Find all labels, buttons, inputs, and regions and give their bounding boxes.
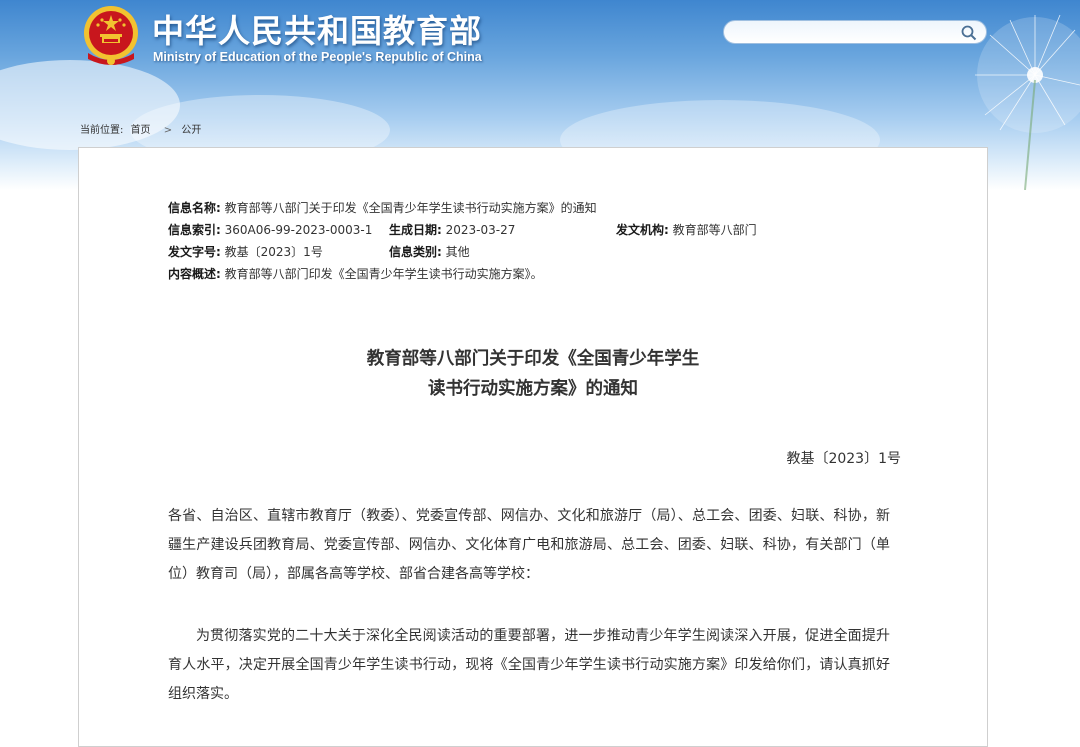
article-panel: 信息名称: 教育部等八部门关于印发《全国青少年学生读书行动实施方案》的通知 信息… [78,147,988,747]
meta-date-value: 2023-03-27 [445,223,516,237]
meta-name-label: 信息名称: [168,201,221,215]
meta-docno-value: 教基〔2023〕1号 [224,245,323,259]
meta-row-date: 生成日期: 2023-03-27 [389,220,515,240]
national-emblem-icon[interactable] [80,3,142,69]
meta-org-label: 发文机构: [616,223,669,237]
document-addressee: 各省、自治区、直辖市教育厅（教委）、党委宣传部、网信办、文化和旅游厅（局）、总工… [168,508,890,582]
breadcrumb-public-link[interactable]: 公开 [181,125,201,136]
meta-name-value: 教育部等八部门关于印发《全国青少年学生读书行动实施方案》的通知 [224,201,597,215]
meta-row-index: 信息索引: 360A06-99-2023-0003-1 [168,220,372,240]
document-title-line2: 读书行动实施方案》的通知 [428,379,638,399]
document-number: 教基〔2023〕1号 [786,451,901,467]
meta-category-label: 信息类别: [389,245,442,259]
meta-index-value: 360A06-99-2023-0003-1 [224,223,373,237]
search-input[interactable] [734,23,963,43]
meta-docno-label: 发文字号: [168,245,221,259]
meta-row-summary: 内容概述: 教育部等八部门印发《全国青少年学生读书行动实施方案》。 [168,264,543,284]
breadcrumb-prefix: 当前位置: [80,125,124,136]
meta-row-name: 信息名称: 教育部等八部门关于印发《全国青少年学生读书行动实施方案》的通知 [168,198,597,218]
meta-summary-label: 内容概述: [168,267,221,281]
meta-category-value: 其他 [445,245,470,259]
breadcrumb: 当前位置: 首页 > 公开 [80,121,205,136]
breadcrumb-home-link[interactable]: 首页 [131,125,151,136]
meta-row-category: 信息类别: 其他 [389,242,470,262]
site-title[interactable]: 中华人民共和国教育部 [152,6,482,52]
breadcrumb-separator: > [163,125,173,136]
meta-row-org: 发文机构: 教育部等八部门 [616,220,757,240]
site-subtitle: Ministry of Education of the People's Re… [153,50,482,64]
meta-summary-value: 教育部等八部门印发《全国青少年学生读书行动实施方案》。 [224,267,543,281]
document-body-paragraph: 为贯彻落实党的二十大关于深化全民阅读活动的重要部署，进一步推动青少年学生阅读深入… [168,628,890,702]
meta-index-label: 信息索引: [168,223,221,237]
meta-row-docno: 发文字号: 教基〔2023〕1号 [168,242,323,262]
document-title-line1: 教育部等八部门关于印发《全国青少年学生 [366,349,700,369]
meta-org-value: 教育部等八部门 [672,223,757,237]
document-title: 教育部等八部门关于印发《全国青少年学生 读书行动实施方案》的通知 [79,344,987,404]
meta-date-label: 生成日期: [389,223,442,237]
